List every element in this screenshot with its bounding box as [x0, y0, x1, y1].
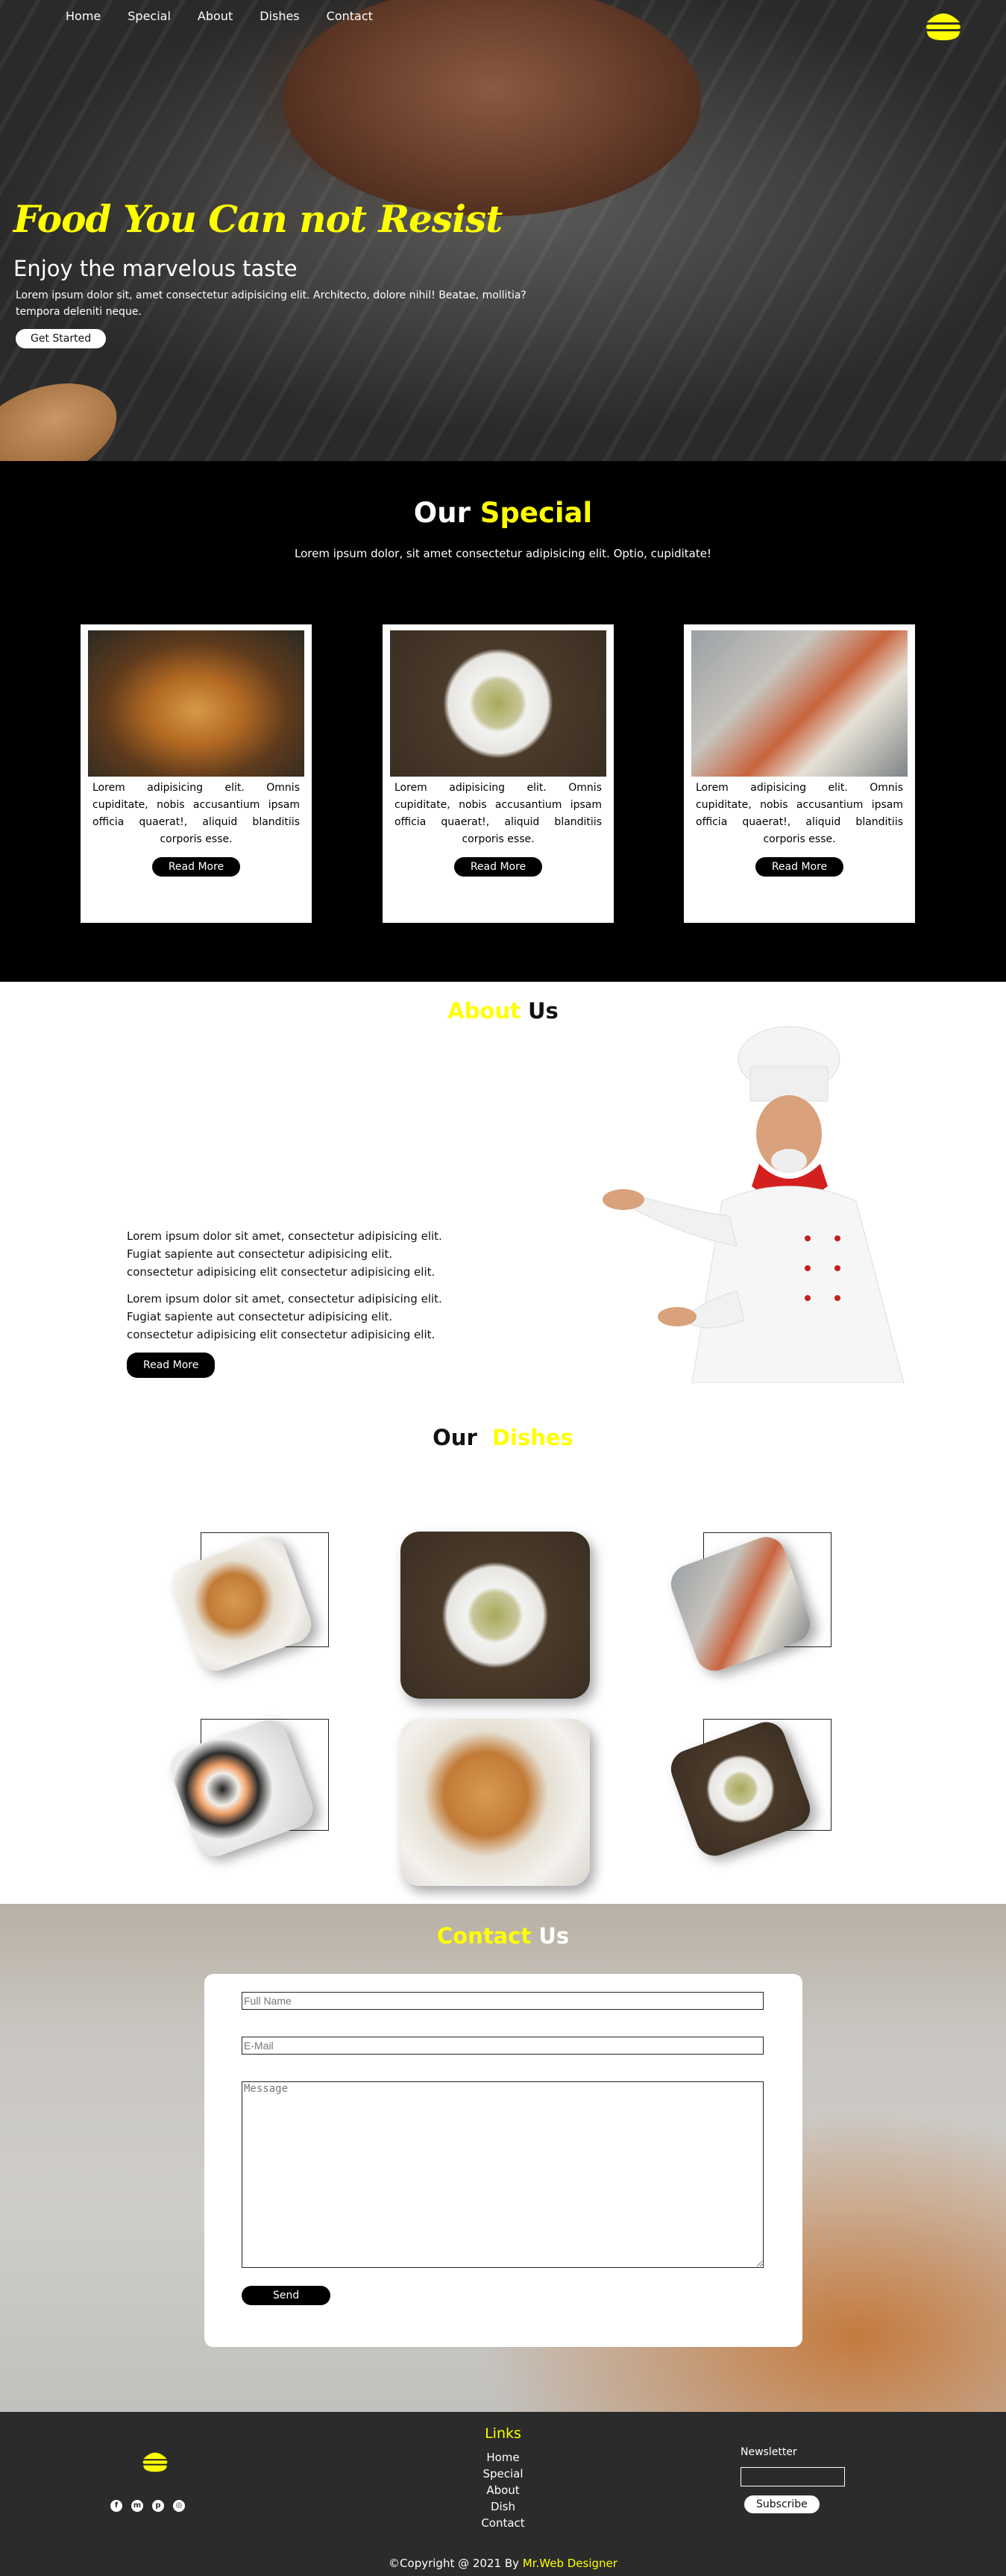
footer-links-title: Links [485, 2425, 521, 2442]
nav-about[interactable]: About [198, 9, 233, 23]
newsletter-input[interactable] [741, 2467, 845, 2486]
special-section: Our Special Lorem ipsum dolor, sit amet … [0, 461, 1006, 982]
newsletter-label: Newsletter [741, 2446, 797, 2458]
about-paragraph: Lorem ipsum dolor sit amet, consectetur … [127, 1229, 442, 1279]
message-textarea[interactable] [242, 2081, 764, 2268]
hero-title: Food You Can not Resist [13, 197, 503, 241]
copyright-text: ©Copyright @ 2021 By [389, 2557, 519, 2570]
about-title: About Us [0, 982, 1006, 1024]
special-title-special: Special [480, 497, 593, 529]
get-started-button[interactable]: Get Started [16, 329, 107, 348]
pasta-image [400, 1532, 590, 1699]
nav-home[interactable]: Home [66, 9, 101, 23]
newsletter: Newsletter Subscribe [741, 2446, 845, 2513]
food-tray-image [691, 630, 908, 777]
special-title-our: Our [413, 497, 471, 529]
read-more-button[interactable]: Read More [151, 857, 241, 877]
about-section: About Us Lorem ipsum dolor sit amet, con… [0, 982, 1006, 1400]
footer: f m p ◎ Links Home Special About Dish Co… [0, 2412, 1006, 2576]
dishes-title: Our Dishes [0, 1400, 1006, 1450]
nav-dishes[interactable]: Dishes [260, 9, 299, 23]
burger-image [88, 630, 304, 777]
contact-title-us: Us [538, 1923, 570, 1949]
hero-section: Home Special About Dishes Contact Food Y… [0, 0, 1006, 461]
read-more-button[interactable]: Read More [755, 857, 844, 877]
footer-links: Links Home Special About Dish Contact [0, 2425, 1006, 2531]
main-nav: Home Special About Dishes Contact [66, 9, 400, 23]
about-content: Lorem ipsum dolor sit amet, consectetur … [127, 1227, 455, 1378]
dishes-section: Our Dishes [0, 1400, 1006, 1904]
contact-title-contact: Contact [436, 1923, 532, 1949]
pasta-image [390, 630, 606, 777]
footer-link-dish[interactable]: Dish [0, 2498, 1006, 2515]
special-card: Lorem adipisicing elit. Omnis cupiditate… [383, 624, 614, 923]
contact-form: Send [204, 1974, 802, 2347]
read-more-button[interactable]: Read More [453, 857, 543, 877]
designer-link[interactable]: Mr.Web Designer [523, 2557, 617, 2570]
nav-contact[interactable]: Contact [327, 9, 373, 23]
card-text: Lorem adipisicing elit. Omnis cupiditate… [394, 782, 602, 845]
about-title-us: Us [527, 998, 559, 1024]
about-paragraph: Lorem ipsum dolor sit amet, consectetur … [127, 1292, 442, 1341]
hero-subtitle: Enjoy the marvelous taste [13, 256, 298, 281]
hero-text: Lorem ipsum dolor sit, amet consectetur … [16, 289, 526, 318]
special-description: Lorem ipsum dolor, sit amet consectetur … [295, 547, 711, 560]
special-card: Lorem adipisicing elit. Omnis cupiditate… [684, 624, 915, 923]
copyright: ©Copyright @ 2021 By Mr.Web Designer [0, 2557, 1006, 2570]
about-title-about: About [447, 998, 521, 1024]
footer-link-about[interactable]: About [0, 2482, 1006, 2498]
footer-link-home[interactable]: Home [0, 2449, 1006, 2466]
hero-content: Food You Can not Resist Enjoy the marvel… [13, 197, 550, 348]
burger-logo-icon[interactable] [922, 7, 964, 43]
subscribe-button[interactable]: Subscribe [744, 2495, 820, 2513]
chef-image [603, 1026, 905, 1383]
pizza-image [400, 1719, 590, 1886]
about-read-more-button[interactable]: Read More [127, 1353, 216, 1378]
send-button[interactable]: Send [242, 2286, 331, 2305]
special-title: Our Special [0, 461, 1006, 529]
card-text: Lorem adipisicing elit. Omnis cupiditate… [92, 782, 300, 845]
full-name-input[interactable] [242, 1992, 764, 2010]
footer-link-contact[interactable]: Contact [0, 2515, 1006, 2531]
contact-section: Contact Us Send [0, 1904, 1006, 2412]
footer-link-special[interactable]: Special [0, 2466, 1006, 2482]
contact-title: Contact Us [0, 1904, 1006, 1949]
email-input[interactable] [242, 2037, 764, 2055]
dishes-title-our: Our [433, 1425, 477, 1450]
special-card: Lorem adipisicing elit. Omnis cupiditate… [81, 624, 312, 923]
dishes-title-dishes: Dishes [491, 1425, 573, 1450]
card-text: Lorem adipisicing elit. Omnis cupiditate… [696, 782, 903, 845]
nav-special[interactable]: Special [128, 9, 171, 23]
